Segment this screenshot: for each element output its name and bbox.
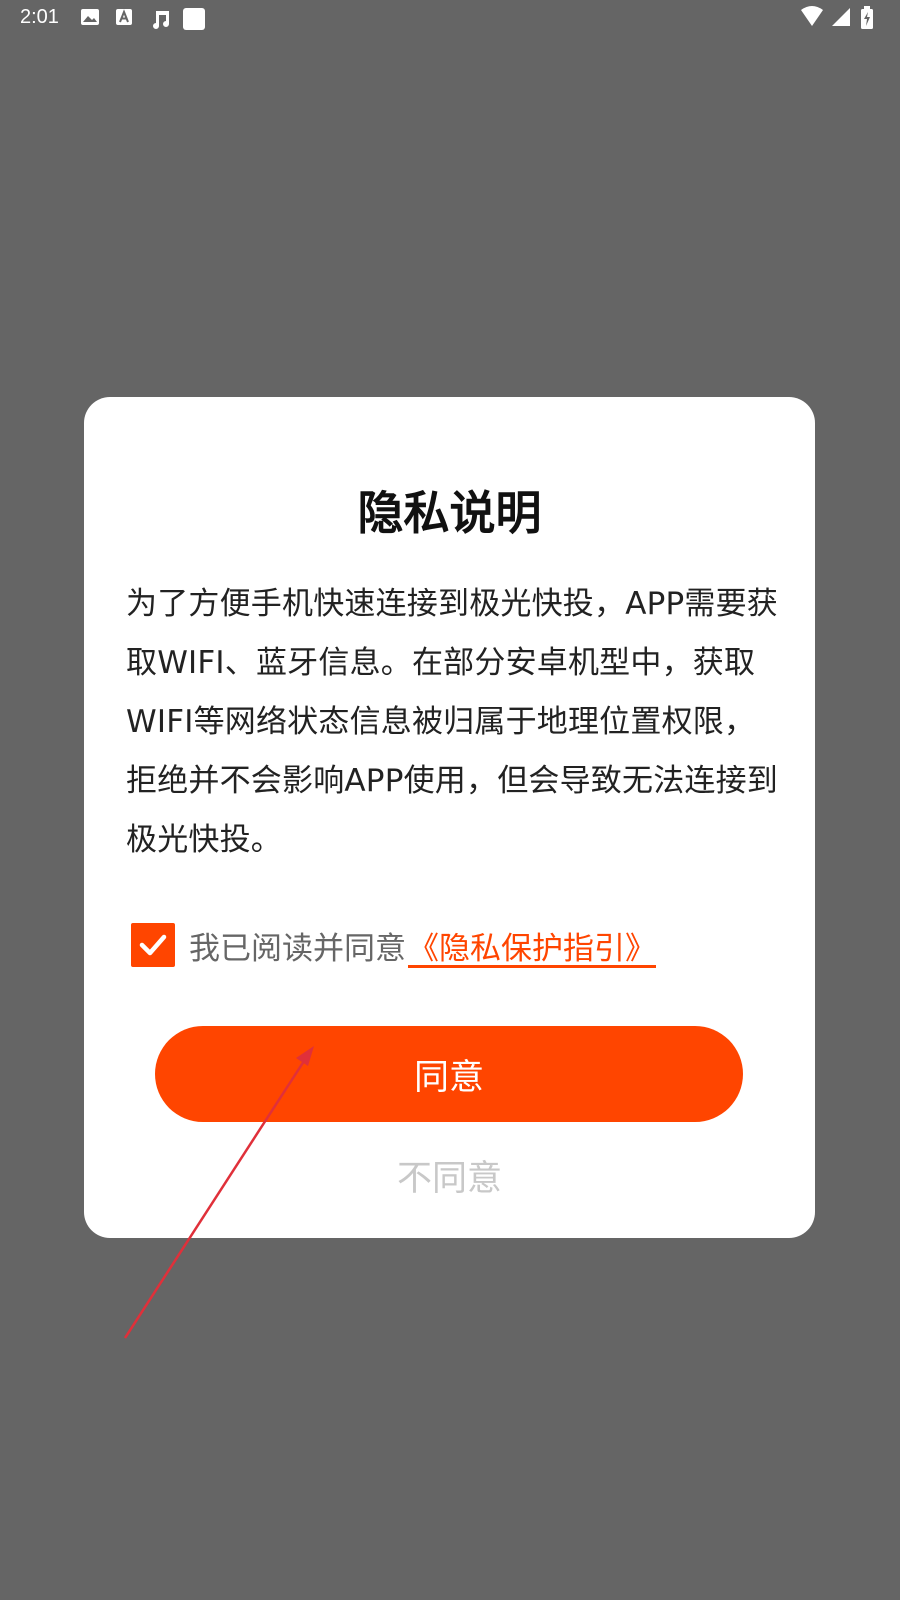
consent-label: 我已阅读并同意 xyxy=(189,930,406,967)
status-time: 2:01 xyxy=(20,6,59,28)
agree-button[interactable]: 同意 xyxy=(155,1026,743,1122)
status-bar: 2:01 xyxy=(0,0,900,36)
cellular-signal-icon xyxy=(830,6,852,28)
system-icons xyxy=(800,6,882,29)
disagree-button[interactable]: 不同意 xyxy=(84,1155,815,1203)
privacy-guide-link[interactable]: 《隐私保护指引》 xyxy=(408,923,656,968)
blank-square-icon xyxy=(182,7,205,30)
font-a-icon xyxy=(114,7,136,29)
wifi-icon xyxy=(800,6,823,28)
consent-checkbox[interactable] xyxy=(131,923,175,967)
checkmark-icon xyxy=(139,934,167,956)
battery-charging-icon xyxy=(860,6,882,29)
consent-row: 我已阅读并同意 《隐私保护指引》 xyxy=(131,922,656,968)
dialog-body-text: 为了方便手机快速连接到极光快投，APP需要获取WIFI、蓝牙信息。在部分安卓机型… xyxy=(126,586,778,858)
music-note-icon xyxy=(148,7,170,29)
privacy-dialog: 隐私说明 为了方便手机快速连接到极光快投，APP需要获取WIFI、蓝牙信息。在部… xyxy=(84,397,815,1238)
notification-icons xyxy=(80,7,205,30)
dialog-title: 隐私说明 xyxy=(357,486,542,540)
image-icon xyxy=(80,7,102,29)
